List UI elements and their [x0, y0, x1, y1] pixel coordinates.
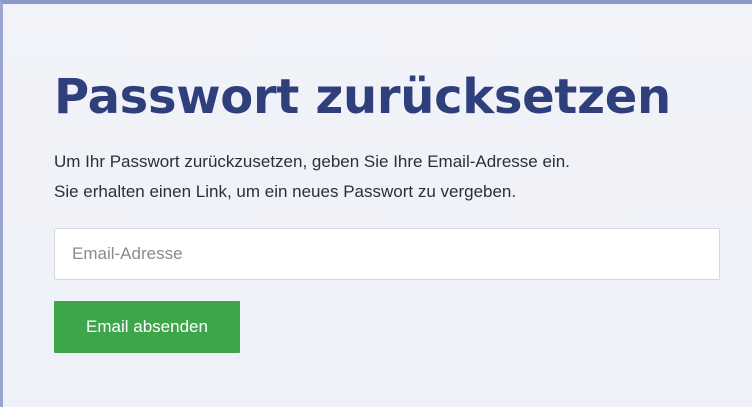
send-email-button[interactable]: Email absenden: [54, 301, 240, 353]
page-title: Passwort zurücksetzen: [54, 69, 671, 125]
email-field[interactable]: [54, 228, 720, 280]
instructions-text: Um Ihr Passwort zurückzusetzen, geben Si…: [54, 147, 570, 207]
instructions-line-1: Um Ihr Passwort zurückzusetzen, geben Si…: [54, 152, 570, 171]
instructions-line-2: Sie erhalten einen Link, um ein neues Pa…: [54, 182, 517, 201]
password-reset-panel: Passwort zurücksetzen Um Ihr Passwort zu…: [0, 0, 752, 407]
